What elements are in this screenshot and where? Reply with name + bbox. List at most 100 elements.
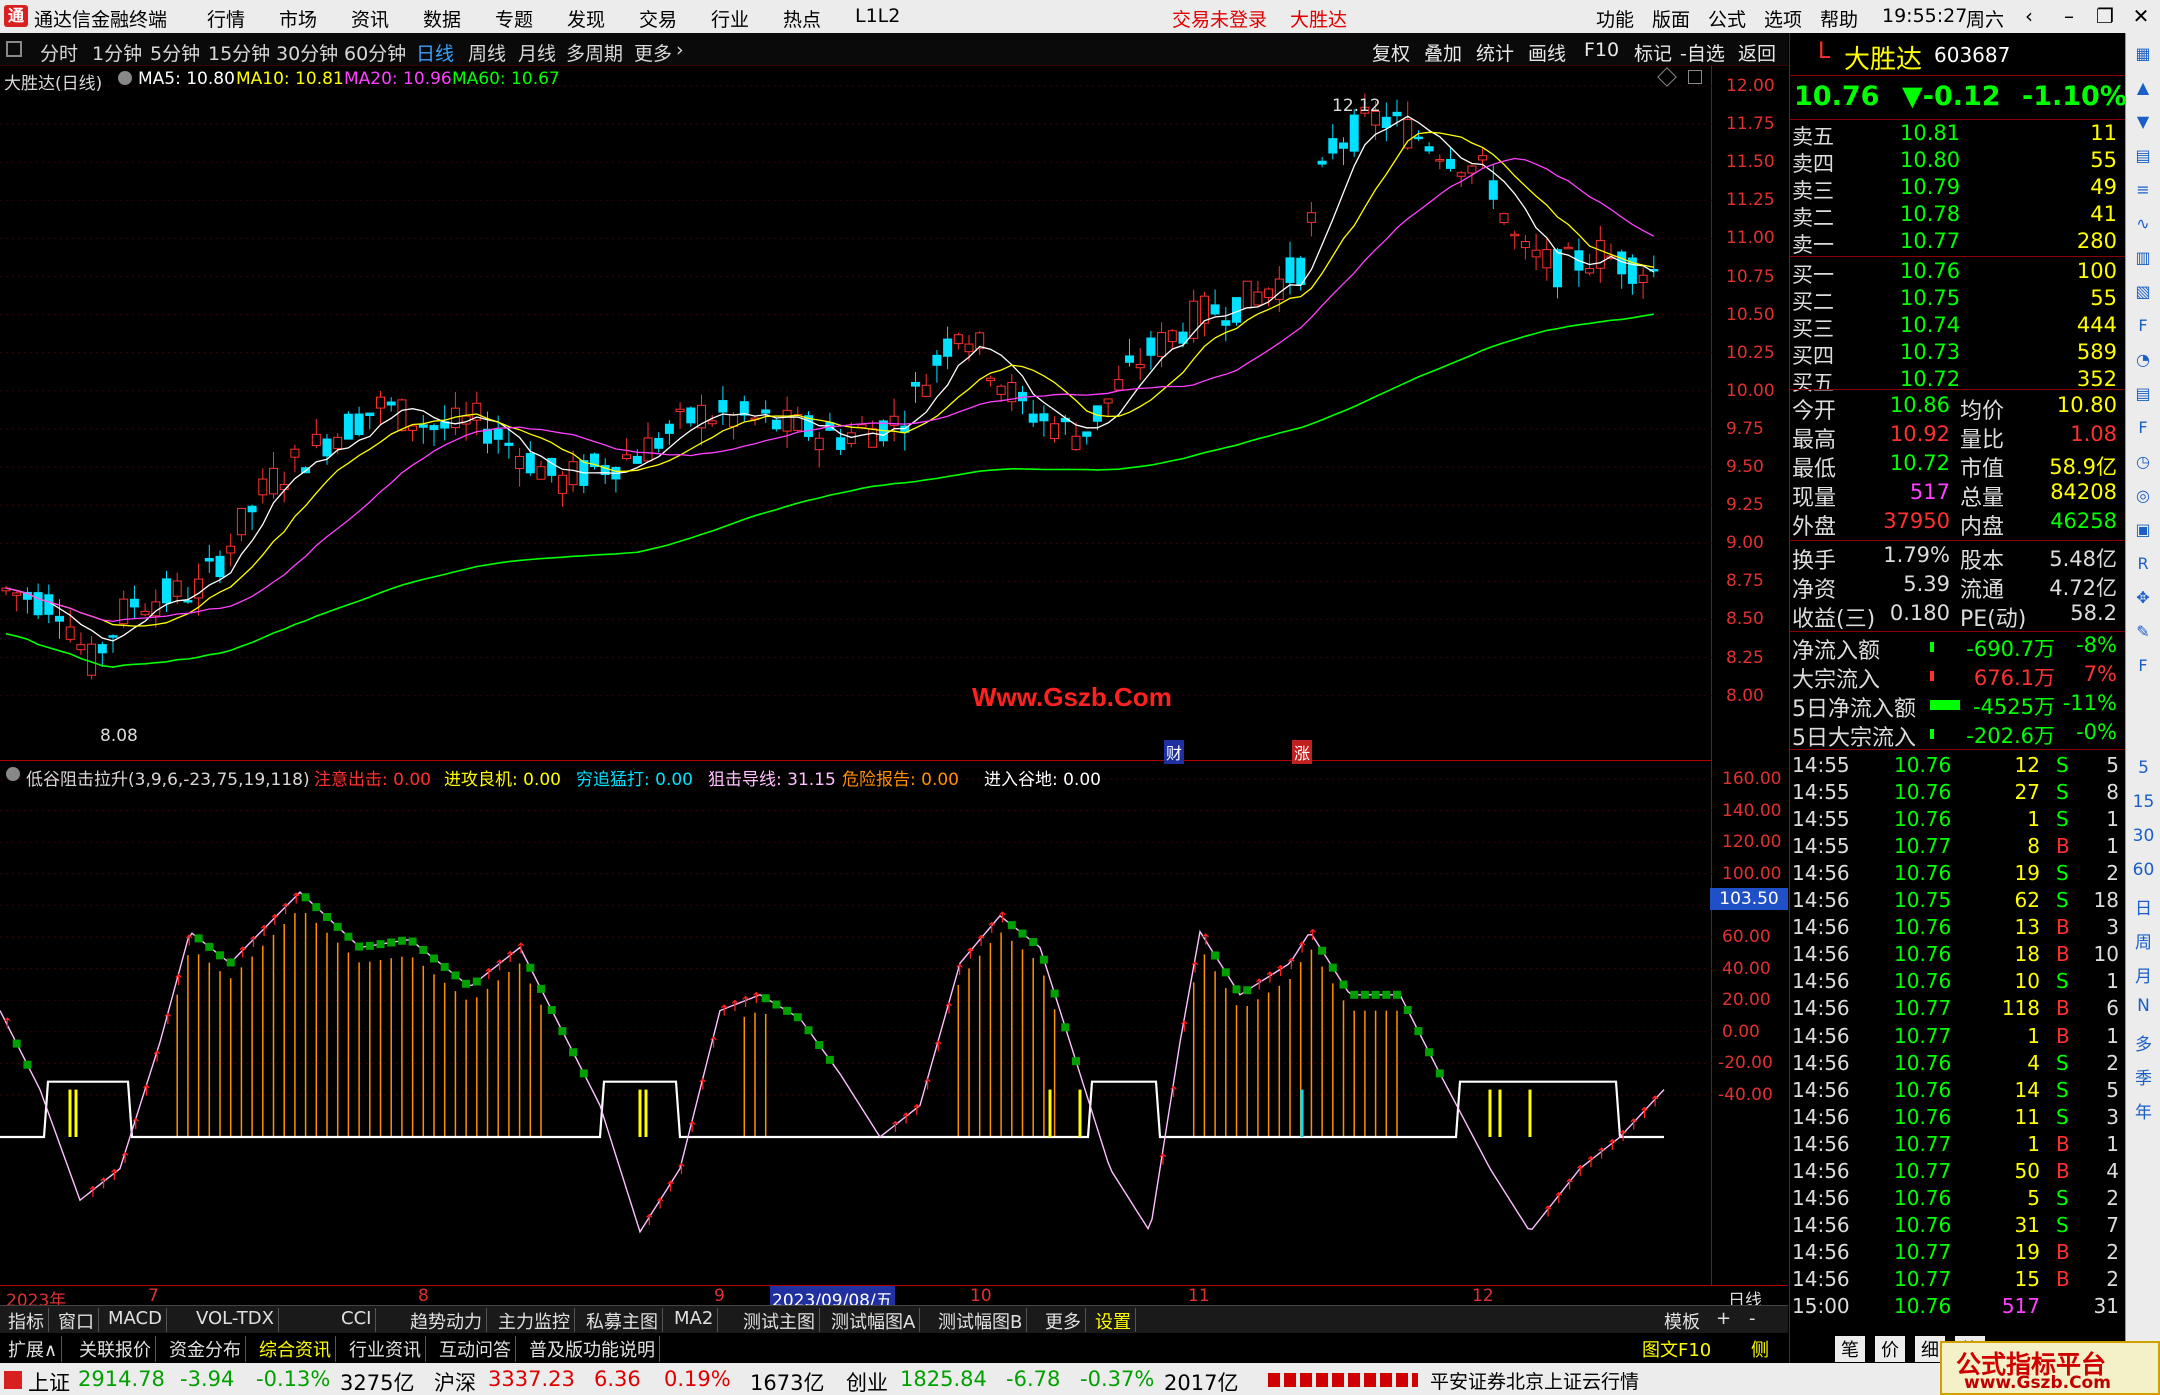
tick-row[interactable]: 14:56 10.76 13 B 3 xyxy=(1790,915,2125,942)
clock-icon[interactable]: ◷ xyxy=(2130,449,2156,475)
fs2-icon[interactable]: F xyxy=(2130,653,2156,679)
rsi-icon[interactable]: R xyxy=(2130,551,2156,577)
tick-row[interactable]: 14:56 10.77 1 B 1 xyxy=(1790,1132,2125,1159)
btn-tongji[interactable]: 统计 xyxy=(1476,39,1514,66)
tick-row[interactable]: 14:56 10.76 5 S 2 xyxy=(1790,1186,2125,1213)
btn-huaxian[interactable]: 画线 xyxy=(1528,39,1566,66)
menu-redian[interactable]: 热点 xyxy=(783,5,821,32)
chevron-right-icon[interactable]: › xyxy=(676,39,684,61)
period-more[interactable]: 更多 xyxy=(634,39,672,66)
dock-icon[interactable]: ▦ xyxy=(2130,41,2156,67)
tick-row[interactable]: 14:56 10.77 19 B 2 xyxy=(1790,1240,2125,1267)
list-icon[interactable]: ≡ xyxy=(2130,177,2156,203)
btn-fuquan[interactable]: 复权 xyxy=(1372,39,1410,66)
arrow-up-icon[interactable]: ▲ xyxy=(2130,75,2156,101)
indicator-tab[interactable]: 私募主图 xyxy=(582,1308,663,1333)
flow-icon[interactable]: ◔ xyxy=(2130,347,2156,373)
period-monthly[interactable]: 月线 xyxy=(518,39,556,66)
template-button[interactable]: + xyxy=(1716,1308,1731,1329)
indicator-tab[interactable]: 趋势动力 xyxy=(406,1308,487,1333)
period-shortcut[interactable]: 多 xyxy=(2126,1030,2160,1055)
tick-row[interactable]: 14:56 10.77 15 B 2 xyxy=(1790,1267,2125,1294)
pen-icon[interactable]: ✎ xyxy=(2130,619,2156,645)
btn-f10[interactable]: F10 xyxy=(1584,39,1619,61)
back-icon[interactable]: ‹ xyxy=(2012,3,2046,29)
fs-icon[interactable]: F xyxy=(2130,415,2156,441)
tick-row[interactable]: 14:55 10.76 1 S 1 xyxy=(1790,807,2125,834)
ask-row[interactable]: 卖二 10.78 41 xyxy=(1790,202,2125,230)
kline-icon[interactable]: ▥ xyxy=(2130,245,2156,271)
server-name[interactable]: 平安证券北京上证云行情 xyxy=(1430,1367,1639,1394)
bid-row[interactable]: 买三 10.74 444 xyxy=(1790,313,2125,341)
indicator-tab[interactable]: 测试幅图B xyxy=(934,1308,1028,1333)
menu-xuanxiang[interactable]: 选项 xyxy=(1764,5,1802,32)
extension-tab[interactable]: 普及版功能说明 xyxy=(525,1336,660,1362)
period-1min[interactable]: 1分钟 xyxy=(92,39,142,66)
tick-row[interactable]: 14:56 10.77 1 B 1 xyxy=(1790,1024,2125,1051)
indicator-tab[interactable]: 更多 xyxy=(1041,1308,1086,1333)
tick-row[interactable]: 14:56 10.76 14 S 5 xyxy=(1790,1078,2125,1105)
menu-l1l2[interactable]: L1L2 xyxy=(855,5,900,27)
extension-tab[interactable]: 扩展∧ xyxy=(4,1336,63,1362)
tick-row[interactable]: 14:56 10.77 50 B 4 xyxy=(1790,1159,2125,1186)
tick-row[interactable]: 14:56 10.76 4 S 2 xyxy=(1790,1051,2125,1078)
indicator-tab[interactable]: 测试幅图A xyxy=(827,1308,921,1333)
news-icon[interactable]: ▣ xyxy=(2130,517,2156,543)
kline-panel[interactable]: 大胜达(日线) MA5: 10.80 MA10: 10.81 MA20: 10.… xyxy=(0,66,1712,764)
side-tab[interactable]: 笔 xyxy=(1835,1336,1865,1362)
indicator-tab[interactable]: 设置 xyxy=(1091,1308,1136,1333)
market-icon[interactable] xyxy=(4,1371,22,1389)
bid-row[interactable]: 买二 10.75 55 xyxy=(1790,286,2125,314)
period-shortcut[interactable]: 日 xyxy=(2126,894,2160,919)
extension-tab[interactable]: 关联报价 xyxy=(75,1336,156,1362)
menu-faxian[interactable]: 发现 xyxy=(567,5,605,32)
tick-row[interactable]: 14:56 10.77 118 B 6 xyxy=(1790,996,2125,1023)
period-30min[interactable]: 30分钟 xyxy=(276,39,338,66)
tick-row[interactable]: 15:00 10.76 517 31 xyxy=(1790,1294,2125,1321)
ask-row[interactable]: 卖一 10.77 280 xyxy=(1790,229,2125,257)
side-tab[interactable]: 价 xyxy=(1875,1336,1905,1362)
ask-row[interactable]: 卖三 10.79 49 xyxy=(1790,175,2125,203)
period-daily[interactable]: 日线 xyxy=(416,39,454,66)
period-shortcut[interactable]: 30 xyxy=(2126,826,2160,846)
tick-row[interactable]: 14:56 10.76 19 S 2 xyxy=(1790,861,2125,888)
index-sh-name[interactable]: 上证 xyxy=(28,1367,70,1395)
indicator-tab[interactable]: MA2 xyxy=(670,1308,719,1332)
menu-hangqing[interactable]: 行情 xyxy=(207,5,245,32)
indicator-tab[interactable]: VOL-TDX xyxy=(192,1308,279,1332)
tick-row[interactable]: 14:55 10.76 27 S 8 xyxy=(1790,780,2125,807)
indicator-tab[interactable]: 测试主图 xyxy=(739,1308,820,1333)
btn-zixuan[interactable]: -自选 xyxy=(1680,39,1725,66)
chart-icon[interactable]: ∿ xyxy=(2130,211,2156,237)
indicator-tab[interactable]: 指标 xyxy=(4,1308,49,1333)
f10-icon[interactable]: F xyxy=(2130,313,2156,339)
period-15min[interactable]: 15分钟 xyxy=(208,39,270,66)
period-shortcut[interactable]: 5 xyxy=(2126,758,2160,778)
period-fenshi[interactable]: 分时 xyxy=(40,39,78,66)
period-60min[interactable]: 60分钟 xyxy=(344,39,406,66)
period-shortcut[interactable]: N xyxy=(2126,996,2160,1016)
bid-row[interactable]: 买四 10.73 589 xyxy=(1790,340,2125,368)
tick-icon[interactable]: ▤ xyxy=(2130,381,2156,407)
indicator-tab[interactable]: 主力监控 xyxy=(494,1308,575,1333)
expand-icon[interactable] xyxy=(1688,70,1702,84)
period-shortcut[interactable]: 季 xyxy=(2126,1064,2160,1089)
period-shortcut[interactable]: 年 xyxy=(2126,1098,2160,1123)
tick-row[interactable]: 14:56 10.76 11 S 3 xyxy=(1790,1105,2125,1132)
restore-icon[interactable]: ❐ xyxy=(2088,3,2122,29)
period-shortcut[interactable]: 15 xyxy=(2126,792,2160,812)
btn-biaoji[interactable]: 标记 xyxy=(1634,39,1672,66)
menu-zixun[interactable]: 资讯 xyxy=(351,5,389,32)
menu-hangye[interactable]: 行业 xyxy=(711,5,749,32)
btn-fanhui[interactable]: 返回 xyxy=(1738,39,1776,66)
index-hs-name[interactable]: 沪深 xyxy=(434,1367,476,1395)
menu-jiaoyi[interactable]: 交易 xyxy=(639,5,677,32)
indicator-tab[interactable]: 窗口 xyxy=(54,1308,99,1333)
menu-zhuanti[interactable]: 专题 xyxy=(495,5,533,32)
ask-row[interactable]: 卖四 10.80 55 xyxy=(1790,148,2125,176)
tick-row[interactable]: 14:56 10.76 31 S 7 xyxy=(1790,1213,2125,1240)
side-tab[interactable]: 图文F10 xyxy=(1636,1336,1717,1362)
tick-row[interactable]: 14:55 10.76 12 S 5 xyxy=(1790,753,2125,780)
menu-shichang[interactable]: 市场 xyxy=(279,5,317,32)
quote-icon[interactable]: ▤ xyxy=(2130,143,2156,169)
